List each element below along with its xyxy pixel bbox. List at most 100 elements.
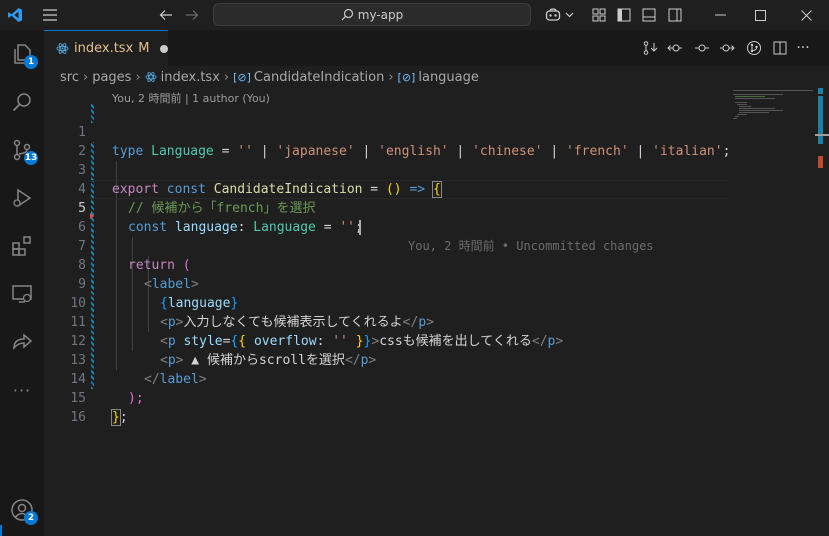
- code-line: 4 // 候補から「french」を選択: [44, 161, 729, 216]
- more-icon: ···: [12, 380, 32, 400]
- minimap-line: [737, 104, 747, 105]
- run-debug-button[interactable]: [0, 176, 44, 220]
- code-line: 1 type Language = '' | 'japanese' | 'eng…: [44, 104, 730, 159]
- minimap-line: [735, 116, 739, 117]
- chevron-right-icon: ›: [82, 69, 89, 85]
- code-line: 8 <label>: [44, 237, 729, 292]
- vscode-logo-icon: [4, 0, 26, 30]
- code-line: 9 {language}: [44, 256, 729, 311]
- react-file-icon: [145, 71, 157, 83]
- code-line: 16: [44, 389, 729, 425]
- minimap-line: [739, 108, 775, 109]
- chevron-right-icon: ›: [223, 69, 230, 85]
- tab-filename: index.tsx: [74, 41, 134, 56]
- chevron-right-icon: ›: [135, 69, 141, 85]
- unsaved-dot-icon[interactable]: [160, 44, 168, 53]
- code-line: 5 const language: Language = ''; You, 2 …: [44, 180, 729, 253]
- search-view-button[interactable]: [0, 80, 44, 124]
- minimap-line: [739, 110, 783, 111]
- minimap-line: [733, 94, 783, 95]
- forward-arrow-icon[interactable]: [180, 0, 204, 30]
- source-control-badge: 13: [24, 151, 38, 165]
- token: ;: [119, 410, 128, 425]
- extensions-button[interactable]: [0, 224, 44, 268]
- tab-index-tsx[interactable]: index.tsx M: [44, 30, 168, 66]
- code-line: 2: [44, 123, 729, 159]
- maximize-icon[interactable]: [737, 0, 783, 30]
- code-editor[interactable]: You, 2 時間前 | 1 author (You) 1 type Langu…: [44, 88, 730, 536]
- code-line: 3 export const CandidateIndication = () …: [44, 142, 729, 198]
- react-file-icon: [56, 42, 69, 55]
- accounts-badge: 2: [24, 511, 38, 525]
- go-back-change-icon[interactable]: [665, 30, 685, 66]
- split-editor-icon[interactable]: [770, 30, 790, 66]
- breadcrumb-variable[interactable]: language: [418, 70, 479, 85]
- search-icon: [10, 90, 34, 114]
- minimap-line: [735, 96, 765, 97]
- overview-ruler[interactable]: [815, 88, 829, 536]
- run-debug-icon: [10, 186, 34, 210]
- explorer-badge: 1: [24, 55, 38, 69]
- code-line: 13 </label>: [44, 332, 729, 387]
- code-line: 14 );: [44, 351, 729, 406]
- breadcrumb-pages[interactable]: pages: [92, 70, 131, 85]
- gitlens-icon[interactable]: [744, 30, 764, 66]
- minimap-line: [739, 106, 751, 107]
- code-line: 12 <p> ▲ 候補からscrollを選択</p>: [44, 313, 729, 368]
- live-share-icon: [10, 330, 34, 354]
- code-line: 6: [44, 199, 729, 235]
- extensions-icon: [10, 234, 34, 258]
- title-bar: my-app: [0, 0, 829, 30]
- variable-symbol-icon: [⊘]: [397, 70, 416, 84]
- minimap-line: [739, 112, 769, 113]
- line-number: 16: [70, 410, 86, 425]
- commit-icon[interactable]: [692, 30, 712, 66]
- accounts-button[interactable]: 2: [0, 488, 44, 532]
- chevron-down-icon[interactable]: [563, 0, 575, 30]
- toggle-panel-icon[interactable]: [639, 0, 659, 30]
- minimap-line: [735, 102, 747, 103]
- minimap-line: [733, 118, 737, 119]
- token: }: [111, 409, 121, 426]
- ruler-mark-cursor: [815, 134, 829, 136]
- breadcrumb-file[interactable]: index.tsx: [161, 70, 220, 85]
- search-icon: [341, 8, 354, 21]
- remote-explorer-button[interactable]: [0, 272, 44, 316]
- active-indicator: [0, 525, 2, 536]
- code-line: 11 <p style={{ overflow: '' }}>cssも候補を出し…: [44, 294, 729, 349]
- remote-explorer-icon: [10, 282, 34, 306]
- minimap-line: [737, 114, 747, 115]
- breadcrumb-src[interactable]: src: [60, 70, 79, 85]
- search-text: my-app: [357, 7, 404, 22]
- ruler-mark-modified: [818, 96, 823, 144]
- menu-icon[interactable]: [36, 0, 64, 30]
- more-actions-icon[interactable]: ···: [793, 30, 813, 66]
- customize-layout-icon[interactable]: [589, 0, 609, 30]
- breadcrumb-component[interactable]: CandidateIndication: [254, 70, 384, 85]
- code-line: 7 return (: [44, 218, 729, 273]
- source-control-button[interactable]: 13: [0, 128, 44, 172]
- back-arrow-icon[interactable]: [154, 0, 178, 30]
- variable-symbol-icon: [⊘]: [233, 70, 251, 84]
- activity-bar: 1 13 ··· 2: [0, 30, 44, 536]
- toggle-secondary-sidebar-icon[interactable]: [665, 0, 685, 30]
- breadcrumb: src › pages › index.tsx › [⊘] CandidateI…: [44, 66, 829, 88]
- live-share-button[interactable]: [0, 320, 44, 364]
- command-center-search[interactable]: my-app: [213, 3, 531, 26]
- open-changes-icon[interactable]: [640, 30, 660, 66]
- code-line: 15 };: [44, 370, 729, 426]
- editor-tabs-bar: index.tsx M ···: [44, 30, 829, 66]
- ruler-mark-modified: [818, 88, 823, 94]
- code-line: 10 <p>入力しなくても候補表示してくれるよ</p>: [44, 275, 729, 330]
- close-icon[interactable]: [783, 0, 829, 30]
- minimap-line: [735, 98, 775, 99]
- go-forward-change-icon[interactable]: [717, 30, 737, 66]
- explorer-button[interactable]: 1: [0, 32, 44, 76]
- ruler-mark-deleted: [818, 156, 823, 168]
- more-views-button[interactable]: ···: [0, 368, 44, 412]
- minimap[interactable]: [729, 88, 829, 536]
- tab-status: M: [138, 41, 150, 56]
- toggle-sidebar-icon[interactable]: [614, 0, 634, 30]
- copilot-icon[interactable]: [543, 0, 563, 30]
- chevron-right-icon: ›: [388, 69, 394, 85]
